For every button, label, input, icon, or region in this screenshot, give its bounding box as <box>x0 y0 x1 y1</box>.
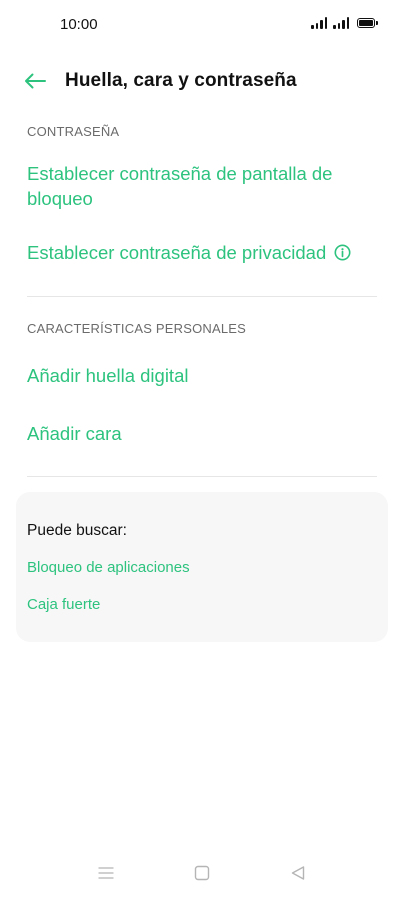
nav-back-button[interactable] <box>287 862 309 884</box>
set-privacy-password-label: Establecer contraseña de privacidad <box>27 242 327 263</box>
set-lock-screen-password-link[interactable]: Establecer contraseña de pantalla de blo… <box>27 161 367 211</box>
info-icon[interactable] <box>334 242 351 267</box>
square-icon <box>194 865 210 881</box>
divider <box>27 296 377 297</box>
battery-tip <box>376 21 378 25</box>
nav-home-button[interactable] <box>191 862 213 884</box>
set-lock-screen-password-label: Establecer contraseña de pantalla de blo… <box>27 163 333 209</box>
suggestion-app-lock-link[interactable]: Bloqueo de aplicaciones <box>27 559 190 576</box>
add-face-link[interactable]: Añadir cara <box>27 421 367 446</box>
add-fingerprint-label: Añadir huella digital <box>27 365 189 386</box>
suggestions-title: Puede buscar: <box>27 522 127 539</box>
navigation-bar <box>0 852 404 892</box>
section-header-personal: CARACTERÍSTICAS PERSONALES <box>27 321 247 336</box>
add-face-label: Añadir cara <box>27 423 122 444</box>
signal-icon-2 <box>333 17 349 29</box>
battery-icon <box>357 18 375 28</box>
status-bar: 10:00 <box>0 0 404 50</box>
suggestions-card: Puede buscar: Bloqueo de aplicaciones Ca… <box>16 492 388 642</box>
status-icons <box>311 17 378 29</box>
suggestion-safe-link[interactable]: Caja fuerte <box>27 596 100 613</box>
app-bar: Huella, cara y contraseña <box>0 60 404 102</box>
section-header-password: CONTRASEÑA <box>27 124 120 139</box>
signal-icon <box>311 17 327 29</box>
back-button[interactable] <box>20 66 50 96</box>
divider <box>27 476 377 477</box>
set-privacy-password-link[interactable]: Establecer contraseña de privacidad <box>27 240 367 267</box>
menu-lines-icon <box>98 867 114 879</box>
nav-menu-button[interactable] <box>95 862 117 884</box>
triangle-left-icon <box>291 866 305 880</box>
status-time: 10:00 <box>60 16 98 33</box>
page-title: Huella, cara y contraseña <box>65 70 297 91</box>
add-fingerprint-link[interactable]: Añadir huella digital <box>27 363 367 388</box>
arrow-left-icon <box>25 73 46 89</box>
